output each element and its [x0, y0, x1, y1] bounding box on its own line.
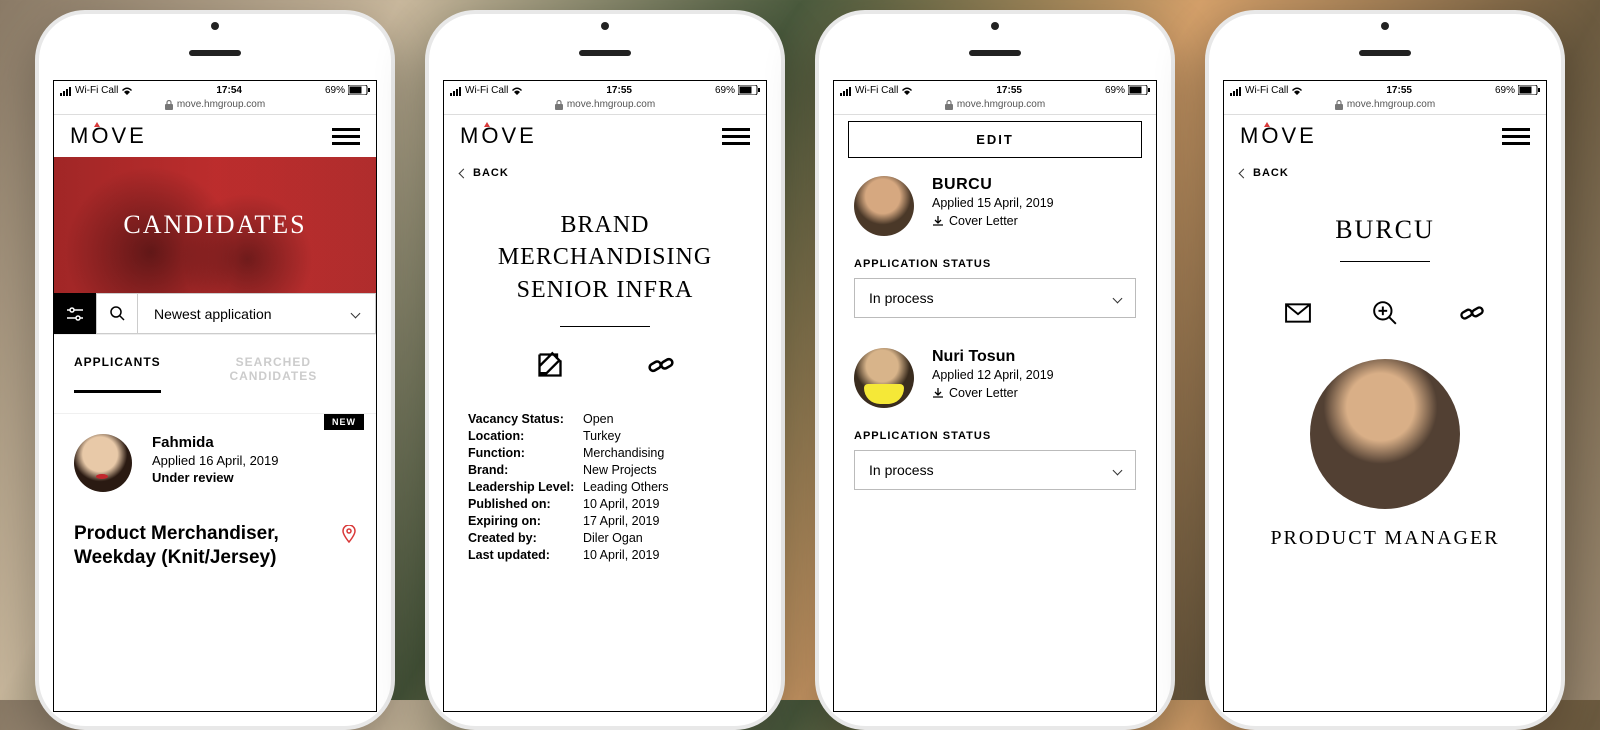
search-button[interactable]	[96, 293, 138, 334]
avatar	[854, 176, 914, 236]
magnify-plus-icon	[1372, 300, 1398, 326]
logo[interactable]: MOVE	[70, 123, 147, 149]
status-dropdown[interactable]: In process	[854, 450, 1136, 490]
status-label: APPLICATION STATUS	[834, 420, 1156, 450]
filter-button[interactable]	[54, 293, 96, 334]
mail-icon	[1285, 300, 1311, 326]
candidate-name: Fahmida	[152, 434, 278, 451]
status-bar: Wi-Fi Call 17:54 69%	[54, 81, 376, 97]
applied-date: Applied 16 April, 2019	[152, 453, 278, 468]
hero-banner: CANDIDATES	[54, 157, 376, 293]
download-icon	[932, 215, 944, 227]
chevron-down-icon	[351, 309, 361, 319]
carrier-label: Wi-Fi Call	[75, 85, 118, 96]
location-pin-icon	[342, 525, 356, 546]
menu-icon[interactable]	[332, 124, 360, 149]
screen-vacancy-detail: Wi-Fi Call 17:55 69% move.hmgroup.com MO…	[443, 80, 767, 712]
clock: 17:54	[216, 85, 242, 96]
logo[interactable]: MOVE	[1240, 123, 1317, 149]
screen-profile: Wi-Fi Call 17:55 69% move.hmgroup.com MO…	[1223, 80, 1547, 712]
applicant-name: BURCU	[932, 176, 1054, 194]
status-bar: Wi-Fi Call 17:55 69%	[1224, 81, 1546, 97]
sort-dropdown[interactable]: Newest application	[138, 293, 376, 334]
link-button[interactable]	[1459, 300, 1485, 331]
phone-3: Wi-Fi Call 17:55 69% move.hmgroup.com ED…	[815, 10, 1175, 730]
candidate-card[interactable]: NEW Fahmida Applied 16 April, 2019 Under…	[54, 413, 376, 590]
chevron-down-icon	[1113, 465, 1123, 475]
candidate-status: Under review	[152, 470, 278, 485]
phone-4: Wi-Fi Call 17:55 69% move.hmgroup.com MO…	[1205, 10, 1565, 730]
menu-icon[interactable]	[722, 124, 750, 149]
share-button[interactable]	[647, 351, 675, 384]
applicant-name: Nuri Tosun	[932, 348, 1054, 366]
vacancy-details: Vacancy Status:Open Location:Turkey Func…	[444, 410, 766, 563]
battery-icon	[348, 85, 370, 95]
back-button[interactable]: BACK	[1224, 157, 1546, 189]
back-button[interactable]: BACK	[444, 157, 766, 189]
edit-button[interactable]: EDIT	[848, 121, 1142, 158]
lock-icon	[165, 100, 173, 110]
clock: 17:55	[996, 85, 1022, 96]
chevron-left-icon	[1239, 168, 1249, 178]
avatar	[854, 348, 914, 408]
menu-icon[interactable]	[1502, 124, 1530, 149]
link-icon	[1459, 300, 1485, 326]
job-title: Product Merchandiser, Weekday (Knit/Jers…	[74, 522, 334, 570]
phone-2: Wi-Fi Call 17:55 69% move.hmgroup.com MO…	[425, 10, 785, 730]
tab-applicants[interactable]: APPLICANTS	[74, 355, 161, 393]
chevron-down-icon	[1113, 293, 1123, 303]
applicant-row[interactable]: Nuri Tosun Applied 12 April, 2019 Cover …	[834, 348, 1156, 420]
role-title: PRODUCT MANAGER	[1224, 527, 1546, 550]
url-bar: move.hmgroup.com	[54, 97, 376, 115]
clock: 17:55	[606, 85, 632, 96]
cover-letter-link[interactable]: Cover Letter	[932, 214, 1054, 228]
screen-applicants-list: Wi-Fi Call 17:55 69% move.hmgroup.com ED…	[833, 80, 1157, 712]
profile-avatar	[1310, 359, 1460, 509]
profile-name: BURCU	[1224, 189, 1546, 255]
status-label: APPLICATION STATUS	[834, 248, 1156, 278]
zoom-button[interactable]	[1372, 300, 1398, 331]
avatar	[74, 434, 132, 492]
status-bar: Wi-Fi Call 17:55 69%	[444, 81, 766, 97]
download-icon	[932, 387, 944, 399]
chevron-left-icon	[459, 168, 469, 178]
vacancy-title: BRAND MERCHANDISING SENIOR INFRA	[444, 189, 766, 320]
screen-candidates: Wi-Fi Call 17:54 69% move.hmgroup.com MO…	[53, 80, 377, 712]
clock: 17:55	[1386, 85, 1412, 96]
divider	[560, 326, 650, 327]
applied-date: Applied 12 April, 2019	[932, 368, 1054, 382]
tabs: APPLICANTS SEARCHED CANDIDATES	[54, 335, 376, 393]
link-icon	[647, 351, 675, 379]
divider	[1340, 261, 1430, 262]
message-button[interactable]	[1285, 300, 1311, 331]
tab-searched-candidates[interactable]: SEARCHED CANDIDATES	[191, 355, 356, 393]
logo[interactable]: MOVE	[460, 123, 537, 149]
new-badge: NEW	[324, 414, 364, 430]
cover-letter-link[interactable]: Cover Letter	[932, 386, 1054, 400]
status-bar: Wi-Fi Call 17:55 69%	[834, 81, 1156, 97]
phone-1: Wi-Fi Call 17:54 69% move.hmgroup.com MO…	[35, 10, 395, 730]
app-header: MOVE	[54, 115, 376, 157]
edit-button[interactable]	[536, 351, 564, 384]
edit-icon	[536, 351, 564, 379]
filter-toolbar: Newest application	[54, 293, 376, 335]
applicant-row[interactable]: BURCU Applied 15 April, 2019 Cover Lette…	[834, 176, 1156, 248]
search-icon	[110, 306, 125, 321]
status-dropdown[interactable]: In process	[854, 278, 1136, 318]
page-title: CANDIDATES	[123, 210, 306, 240]
applied-date: Applied 15 April, 2019	[932, 196, 1054, 210]
sliders-icon	[67, 307, 83, 321]
battery-pct: 69%	[325, 85, 345, 96]
wifi-icon	[121, 86, 133, 95]
